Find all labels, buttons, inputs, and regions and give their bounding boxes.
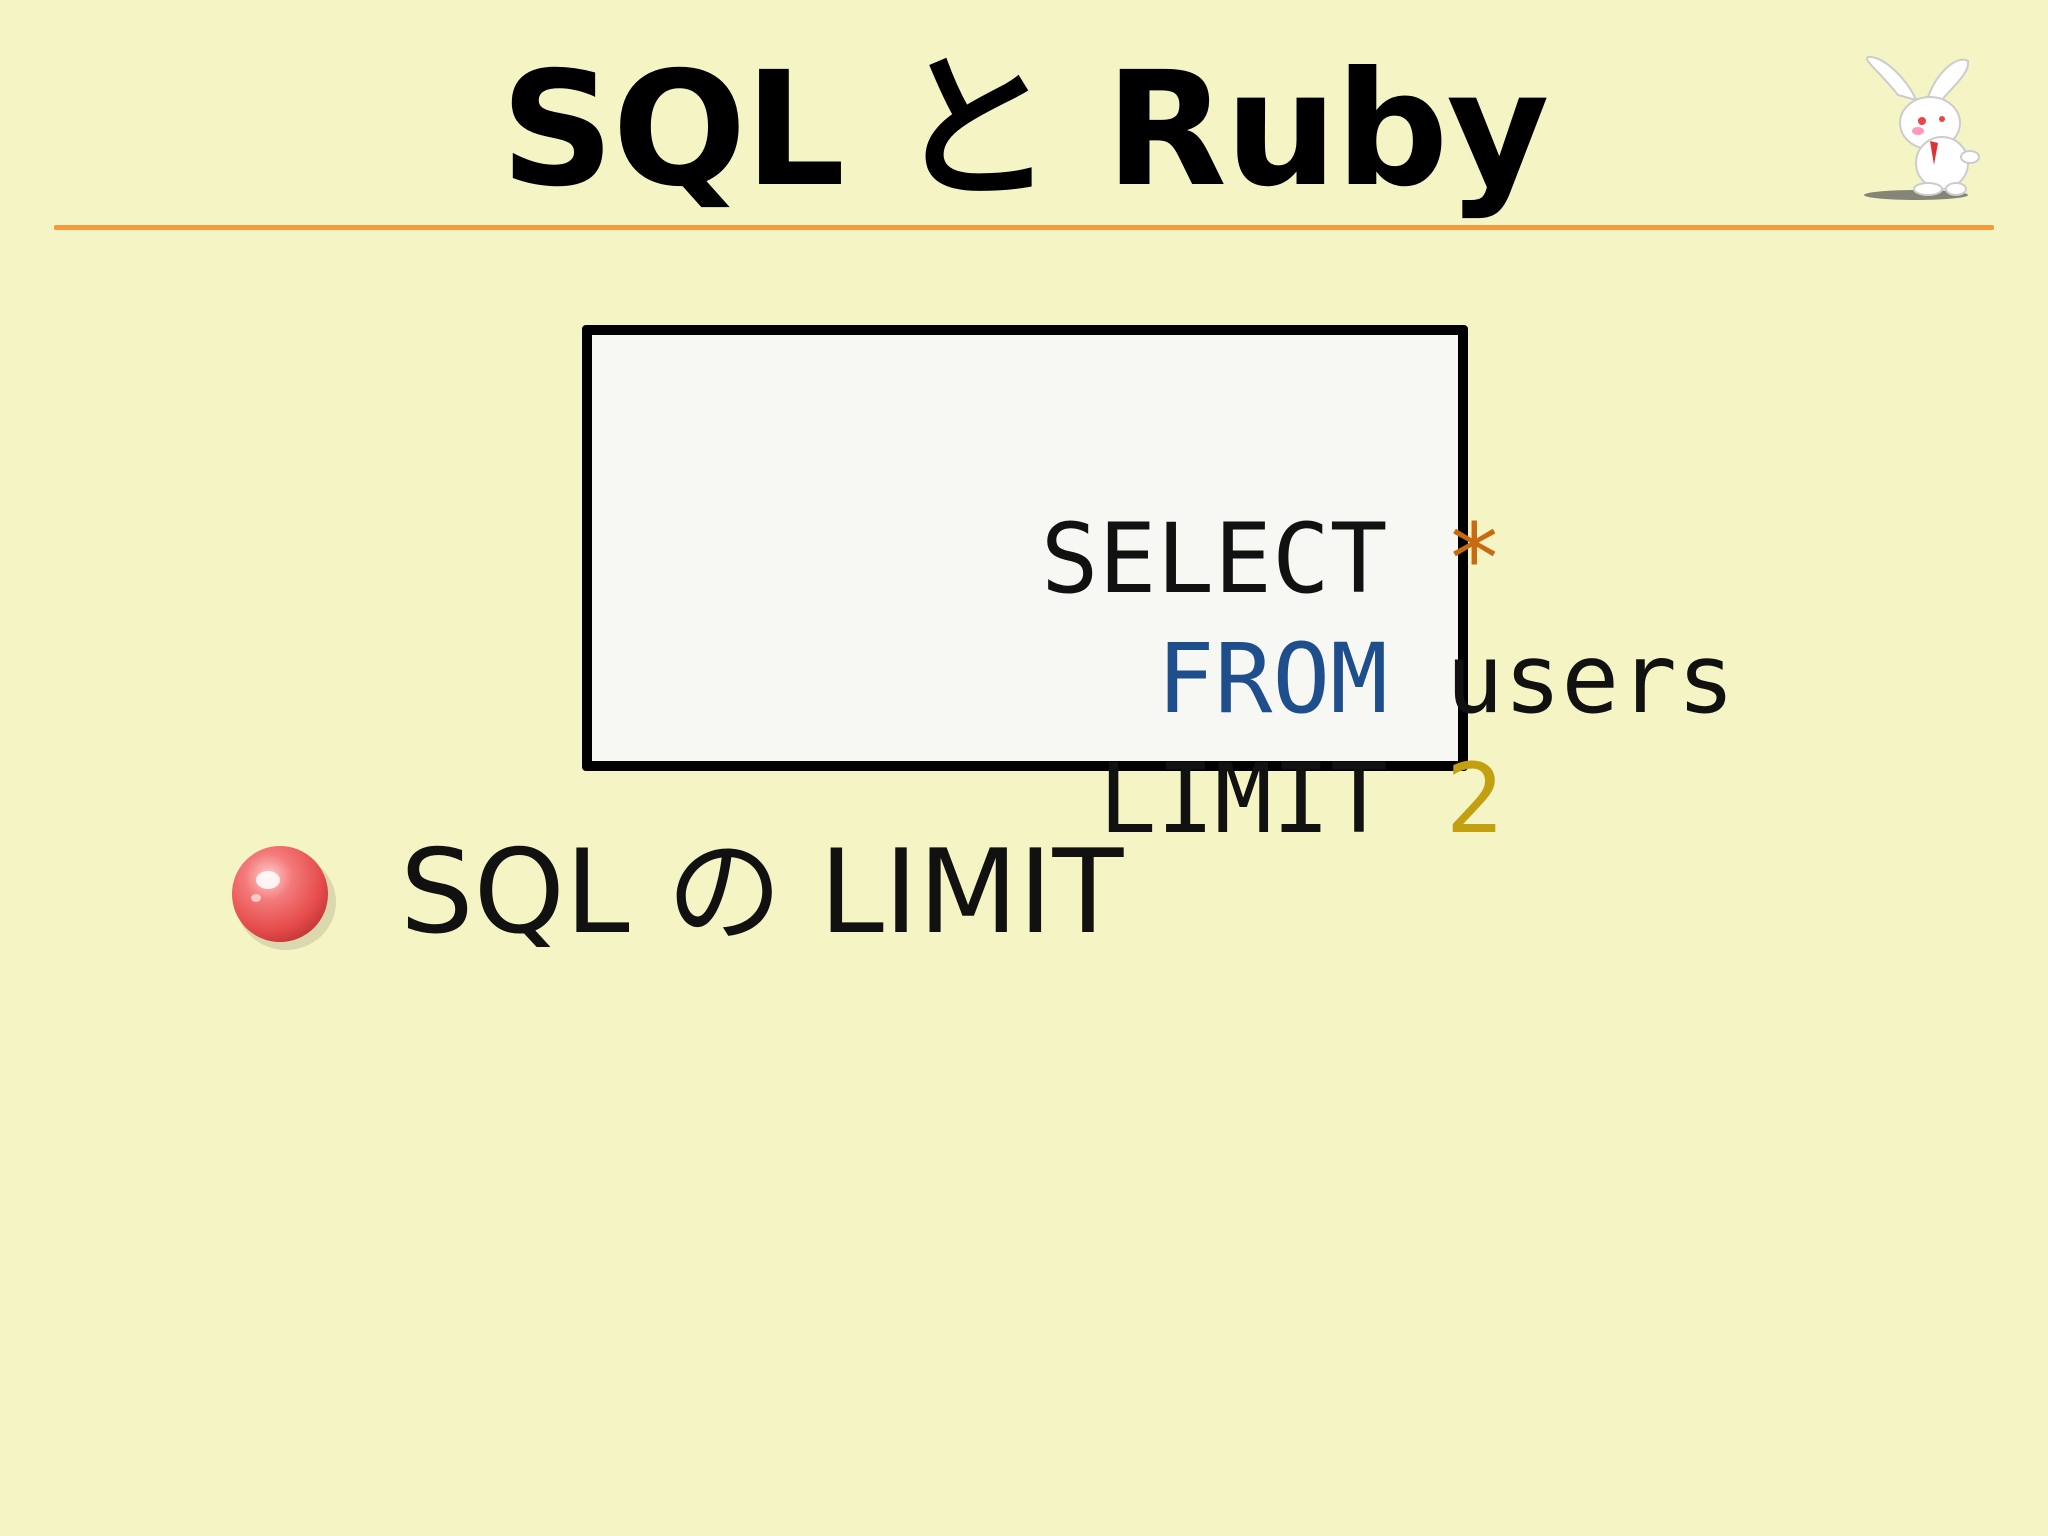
slide-title: SQL と Ruby [500,38,1549,222]
slide: SQL と Ruby SELECT * FROM users LIMIT 2 S… [0,0,2048,1536]
red-bullet-icon [232,846,336,950]
bullet-item-text: SQL の LIMIT [400,825,1124,960]
code-token-number: 2 [1445,743,1504,855]
title-underline [54,225,1994,230]
code-token-limit: LIMIT [1098,743,1388,855]
code-block: SELECT * FROM users LIMIT 2 [582,325,1735,855]
rabbit-mascot-icon [1864,55,1980,200]
